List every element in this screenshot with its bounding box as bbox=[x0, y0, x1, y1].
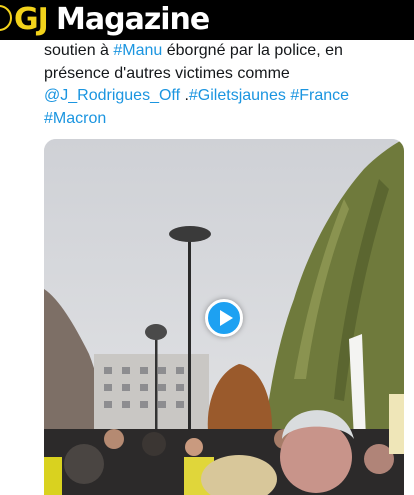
tweet-text-segment: soutien à bbox=[44, 42, 114, 59]
video-player[interactable] bbox=[44, 139, 404, 495]
mention-j-rodrigues[interactable]: @J_Rodrigues_Off bbox=[44, 87, 180, 104]
logo-emblem-icon bbox=[0, 5, 12, 31]
logo-magazine[interactable]: Magazine bbox=[56, 0, 210, 40]
tweet-line-2: présence d'autres victimes comme bbox=[44, 64, 290, 82]
tweet-text: soutien à #Manu éborgné par la police, e… bbox=[44, 40, 404, 130]
tweet-line-4: #Macron bbox=[44, 108, 404, 131]
tweet-text-segment: éborgné par la police, en bbox=[162, 42, 343, 59]
tweet-text-segment: . bbox=[180, 87, 189, 104]
play-button[interactable] bbox=[205, 299, 243, 337]
hashtag-manu[interactable]: #Manu bbox=[113, 42, 162, 59]
hashtag-giletsjaunes[interactable]: #Giletsjaunes bbox=[189, 87, 286, 104]
play-icon bbox=[220, 310, 233, 326]
logo-gj[interactable]: GJ bbox=[14, 0, 49, 40]
tweet-line-3: @J_Rodrigues_Off .#Giletsjaunes #France bbox=[44, 85, 404, 108]
site-header: GJ Magazine bbox=[0, 0, 414, 40]
tweet-line-1: soutien à #Manu éborgné par la police, e… bbox=[44, 40, 404, 63]
hashtag-macron[interactable]: #Macron bbox=[44, 110, 106, 127]
hashtag-france[interactable]: #France bbox=[290, 87, 349, 104]
